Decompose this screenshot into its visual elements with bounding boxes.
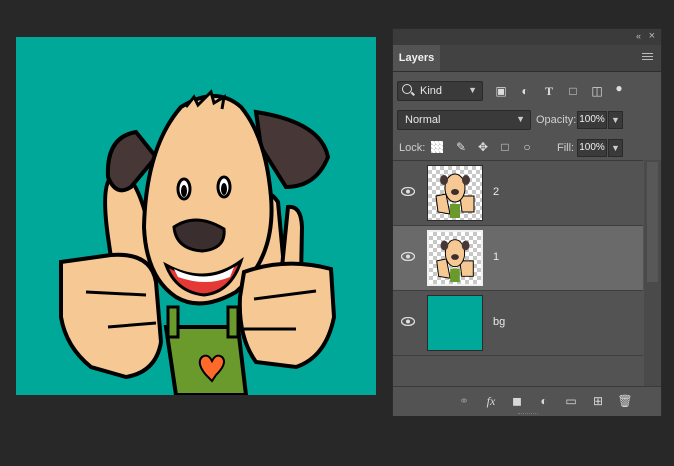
panel-title-bar[interactable]: « × <box>393 29 661 45</box>
chevron-down-icon: ▼ <box>468 85 477 95</box>
eye-icon[interactable] <box>401 252 415 261</box>
layer-row[interactable]: 2 <box>393 161 643 226</box>
lock-transparent-pixels-icon[interactable] <box>431 141 443 153</box>
type-filter-icon[interactable]: T <box>542 84 556 98</box>
panel-footer: ⚭ fx ◼ ◐ ▭ ⊞ 🗑 <box>393 386 661 416</box>
layer-row[interactable]: 1 <box>393 226 643 291</box>
delete-icon[interactable]: 🗑 <box>617 393 633 409</box>
tab-layers[interactable]: Layers <box>393 45 440 71</box>
adjustment-layer-icon[interactable]: ◐ <box>536 393 552 409</box>
lock-artboard-icon[interactable]: □ <box>497 139 513 155</box>
dog-illustration <box>59 89 337 395</box>
filter-toggle-icon[interactable]: ● <box>612 81 626 95</box>
mask-icon[interactable]: ◼ <box>509 393 525 409</box>
adjustment-filter-icon[interactable]: ◐ <box>518 84 532 98</box>
blend-mode-value: Normal <box>405 114 441 126</box>
layer-row[interactable]: bg <box>393 291 643 356</box>
layer-name[interactable]: bg <box>493 316 505 328</box>
opacity-field[interactable]: 100% <box>577 111 607 129</box>
collapse-icon[interactable]: « <box>636 31 641 41</box>
fill-label: Fill: <box>557 142 575 154</box>
scrollbar-thumb[interactable] <box>647 162 658 282</box>
smart-object-filter-icon[interactable]: ◫ <box>590 84 604 98</box>
new-group-icon[interactable]: ▭ <box>563 393 579 409</box>
fill-dropdown[interactable]: ▼ <box>608 139 623 157</box>
document-canvas[interactable] <box>16 37 376 395</box>
fx-icon[interactable]: fx <box>483 393 499 409</box>
eye-icon[interactable] <box>401 187 415 196</box>
layer-name[interactable]: 1 <box>493 251 499 263</box>
layers-scrollbar[interactable] <box>644 160 661 386</box>
opacity-label: Opacity: <box>536 114 577 126</box>
chevron-down-icon: ▼ <box>516 114 525 124</box>
eye-icon[interactable] <box>401 317 415 326</box>
blend-mode-select[interactable]: Normal ▼ <box>397 110 531 130</box>
search-icon <box>402 84 412 94</box>
panel-resize-grip[interactable] <box>518 413 538 416</box>
opacity-dropdown[interactable]: ▼ <box>608 111 623 129</box>
new-layer-icon[interactable]: ⊞ <box>590 393 606 409</box>
layers-panel: « × Layers Kind ▼ ▣ ◐ T □ ◫ ● Normal ▼ O… <box>392 28 662 416</box>
panel-tab-bar: Layers <box>393 45 661 72</box>
shape-filter-icon[interactable]: □ <box>566 84 580 98</box>
layer-thumbnail <box>427 230 483 286</box>
lock-all-icon[interactable]: ○ <box>519 139 535 155</box>
lock-position-icon[interactable]: ✥ <box>475 139 491 155</box>
layer-name[interactable]: 2 <box>493 186 499 198</box>
close-icon[interactable]: × <box>649 30 655 42</box>
lock-image-pixels-icon[interactable]: ✎ <box>453 139 469 155</box>
image-filter-icon[interactable]: ▣ <box>494 84 508 98</box>
panel-menu-icon[interactable] <box>642 53 653 61</box>
link-layers-icon[interactable]: ⚭ <box>456 393 472 409</box>
layer-thumbnail <box>427 295 483 351</box>
filter-kind-select[interactable]: Kind ▼ <box>397 81 483 101</box>
layer-thumbnail <box>427 165 483 221</box>
filter-kind-label: Kind <box>420 85 443 97</box>
layers-list: 2 1 bg <box>393 160 643 387</box>
fill-field[interactable]: 100% <box>577 139 607 157</box>
lock-label: Lock: <box>399 142 426 154</box>
